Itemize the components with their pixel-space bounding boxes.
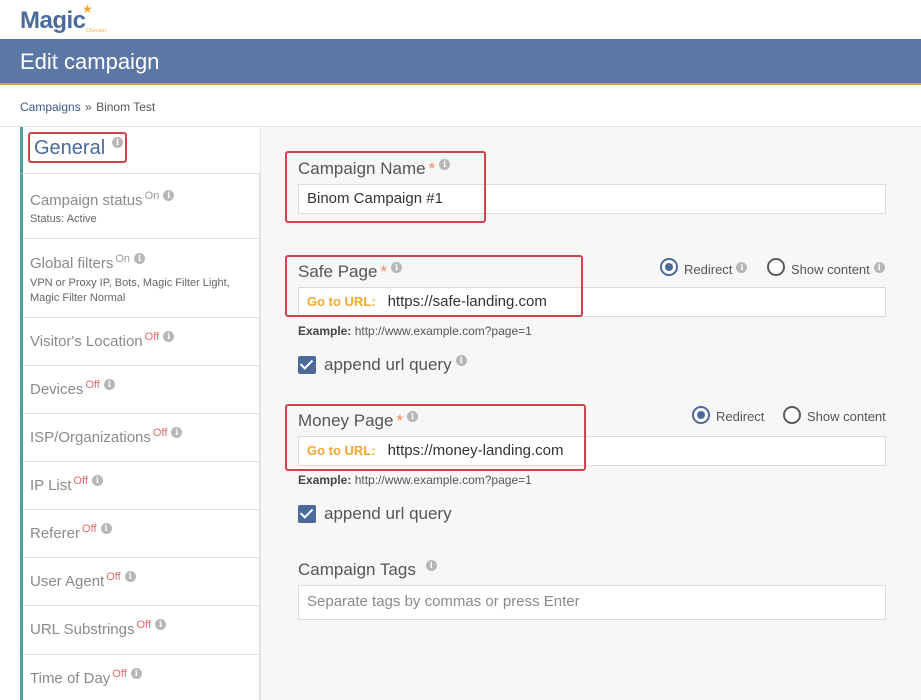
magic-checker-logo[interactable]: Magic ★ Checker bbox=[20, 2, 112, 36]
sidebar-item-ip-list[interactable]: IP List Off i bbox=[23, 462, 260, 510]
info-icon[interactable]: i bbox=[163, 331, 175, 342]
breadcrumb: Campaigns » Binom Test bbox=[20, 100, 156, 114]
money-page-show-content-radio[interactable] bbox=[783, 406, 801, 424]
sidebar-item-url-substrings[interactable]: URL Substrings Off i bbox=[23, 606, 260, 655]
logo-bar: Magic ★ Checker bbox=[0, 0, 921, 39]
info-icon[interactable]: i bbox=[154, 619, 166, 630]
money-page-url-input[interactable]: Go to URL: https://money-landing.com bbox=[298, 436, 886, 466]
status-badge: Off bbox=[73, 475, 88, 487]
breadcrumb-current: Binom Test bbox=[96, 100, 156, 114]
info-icon[interactable]: i bbox=[439, 159, 451, 170]
url-prefix: Go to URL: bbox=[307, 294, 376, 309]
star-icon: ★ bbox=[82, 2, 93, 16]
money-page-append-query-checkbox[interactable] bbox=[298, 505, 316, 523]
info-icon[interactable]: i bbox=[130, 668, 142, 679]
sidebar-item-devices[interactable]: Devices Off i bbox=[23, 366, 260, 414]
safe-page-label: Safe Page * i bbox=[298, 262, 403, 282]
info-icon[interactable]: i bbox=[171, 427, 183, 438]
money-page-example: Example: http://www.example.com?page=1 bbox=[298, 473, 532, 487]
campaign-name-input[interactable]: Binom Campaign #1 bbox=[298, 184, 886, 214]
info-icon[interactable]: i bbox=[407, 411, 419, 422]
sidebar-item-general[interactable]: General i bbox=[20, 127, 260, 173]
safe-page-append-query-checkbox[interactable] bbox=[298, 356, 316, 374]
money-page-label: Money Page * i bbox=[298, 411, 419, 431]
campaign-form: Campaign Name * i Binom Campaign #1 Safe P… bbox=[260, 127, 921, 700]
status-badge: Off bbox=[136, 619, 151, 631]
highlight-box bbox=[28, 132, 127, 163]
info-icon[interactable]: i bbox=[163, 190, 175, 201]
page-header: Edit campaign bbox=[0, 39, 921, 85]
safe-page-redirect-radio[interactable] bbox=[660, 258, 678, 276]
url-prefix: Go to URL: bbox=[307, 443, 376, 458]
info-icon[interactable]: i bbox=[134, 253, 146, 264]
sidebar-item-referer[interactable]: Referer Off i bbox=[23, 510, 260, 558]
info-icon[interactable]: i bbox=[100, 523, 112, 534]
campaign-tags-input[interactable]: Separate tags by commas or press Enter bbox=[298, 585, 886, 620]
info-icon[interactable]: i bbox=[103, 379, 115, 390]
campaign-name-label: Campaign Name * i bbox=[298, 159, 451, 179]
info-icon[interactable]: i bbox=[124, 571, 136, 582]
info-icon[interactable]: i bbox=[736, 262, 748, 273]
status-badge: Off bbox=[106, 571, 121, 583]
info-icon[interactable]: i bbox=[391, 262, 403, 273]
status-badge: Off bbox=[82, 523, 97, 535]
sidebar-item-campaign-status[interactable]: Campaign status On i Status: Active bbox=[23, 174, 260, 239]
safe-page-example: Example: http://www.example.com?page=1 bbox=[298, 324, 532, 338]
status-badge: Off bbox=[85, 379, 100, 391]
campaign-tags-label: Campaign Tags i bbox=[298, 560, 437, 580]
status-badge: Off bbox=[112, 668, 127, 680]
money-page-redirect-radio[interactable] bbox=[692, 406, 710, 424]
sidebar-item-isp-organizations[interactable]: ISP/Organizations Off i bbox=[23, 414, 260, 462]
sidebar-item-time-of-day[interactable]: Time of Day Off i bbox=[23, 655, 260, 700]
breadcrumb-campaigns-link[interactable]: Campaigns bbox=[20, 100, 81, 114]
status-badge: On bbox=[144, 190, 160, 202]
status-badge: Off bbox=[144, 331, 160, 343]
sidebar-item-global-filters[interactable]: Global filters On i VPN or Proxy IP, Bots,… bbox=[23, 239, 260, 318]
settings-sidebar: General i Campaign status On i Status: Act… bbox=[20, 127, 260, 700]
sidebar-list: Campaign status On i Status: Active Global… bbox=[20, 173, 260, 700]
info-icon[interactable]: i bbox=[91, 475, 103, 486]
status-badge: Off bbox=[152, 427, 168, 439]
info-icon[interactable]: i bbox=[425, 560, 437, 571]
sidebar-item-visitors-location[interactable]: Visitor's Location Off i bbox=[23, 318, 260, 366]
page-title: Edit campaign bbox=[20, 49, 160, 74]
sidebar-item-user-agent[interactable]: User Agent Off i bbox=[23, 558, 260, 606]
safe-page-url-input[interactable]: Go to URL: https://safe-landing.com bbox=[298, 287, 886, 317]
info-icon[interactable]: i bbox=[873, 262, 885, 273]
active-indicator bbox=[20, 127, 23, 173]
info-icon[interactable]: i bbox=[455, 355, 467, 366]
safe-page-show-content-radio[interactable] bbox=[767, 258, 785, 276]
status-badge: On bbox=[115, 253, 131, 265]
